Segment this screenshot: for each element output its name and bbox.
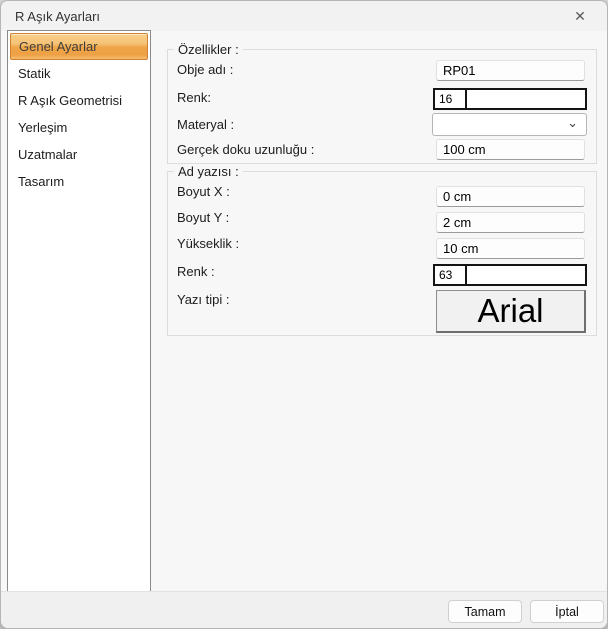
- boyut-y-input[interactable]: [436, 212, 585, 233]
- ad-renk-color-picker[interactable]: 63: [433, 264, 587, 286]
- ok-button[interactable]: Tamam: [448, 600, 522, 623]
- dialog-title: R Aşık Ayarları: [15, 8, 101, 24]
- cancel-button-label: İptal: [555, 604, 579, 619]
- materyal-dropdown[interactable]: ⌄: [432, 113, 587, 136]
- yazi-tipi-font-button[interactable]: Arial: [436, 290, 586, 333]
- cancel-button[interactable]: İptal: [530, 600, 604, 623]
- sidebar-item-uzatmalar[interactable]: Uzatmalar: [10, 141, 148, 168]
- sidebar-item-r-asik-geometrisi[interactable]: R Aşık Geometrisi: [10, 87, 148, 114]
- close-icon[interactable]: ✕: [559, 1, 601, 31]
- chevron-down-icon: ⌄: [567, 114, 578, 130]
- doku-uzunlugu-input[interactable]: [436, 139, 585, 160]
- sidebar-item-statik[interactable]: Statik: [10, 60, 148, 87]
- ad-renk-label: Renk :: [177, 264, 215, 279]
- group-ad-yazisi: Ad yazısı : Boyut X : Boyut Y : Yüksekli…: [167, 164, 597, 336]
- sidebar-item-genel-ayarlar[interactable]: Genel Ayarlar: [10, 33, 148, 60]
- sidebar-item-label: Uzatmalar: [18, 147, 78, 162]
- yazi-tipi-label: Yazı tipi :: [177, 292, 230, 307]
- title-bar: R Aşık Ayarları ✕: [1, 1, 607, 31]
- ad-renk-color-index: 63: [435, 266, 465, 284]
- yazi-tipi-font-name: Arial: [477, 292, 544, 329]
- boyut-x-input[interactable]: [436, 186, 585, 207]
- group-ad-yazisi-title: Ad yazısı :: [174, 164, 243, 179]
- group-ozellikler: Özellikler : Obje adı : Renk: 16 Materya…: [167, 42, 597, 164]
- boyut-y-label: Boyut Y :: [177, 210, 230, 225]
- sidebar-item-label: Tasarım: [18, 174, 65, 189]
- settings-dialog: R Aşık Ayarları ✕ Genel Ayarlar Statik R…: [0, 0, 608, 629]
- renk-color-picker[interactable]: 16: [433, 88, 587, 110]
- renk-color-index: 16: [435, 90, 465, 108]
- sidebar-item-label: Statik: [18, 66, 51, 81]
- obje-adi-input[interactable]: [436, 60, 585, 81]
- category-list: Genel Ayarlar Statik R Aşık Geometrisi Y…: [7, 30, 151, 593]
- doku-label: Gerçek doku uzunluğu :: [177, 142, 315, 157]
- boyut-x-label: Boyut X :: [177, 184, 230, 199]
- sidebar-item-tasarim[interactable]: Tasarım: [10, 168, 148, 195]
- group-ozellikler-title: Özellikler :: [174, 42, 243, 57]
- sidebar-item-yerlesim[interactable]: Yerleşim: [10, 114, 148, 141]
- sidebar-item-label: Genel Ayarlar: [19, 39, 98, 54]
- materyal-label: Materyal :: [177, 117, 235, 132]
- yukseklik-label: Yükseklik :: [177, 236, 240, 251]
- sidebar-item-label: Yerleşim: [18, 120, 68, 135]
- ok-button-label: Tamam: [464, 604, 506, 619]
- obje-adi-label: Obje adı :: [177, 62, 234, 77]
- sidebar-item-label: R Aşık Geometrisi: [18, 93, 123, 108]
- yukseklik-input[interactable]: [436, 238, 585, 259]
- renk-label: Renk:: [177, 90, 211, 105]
- footer-bar: Tamam İptal: [1, 591, 607, 628]
